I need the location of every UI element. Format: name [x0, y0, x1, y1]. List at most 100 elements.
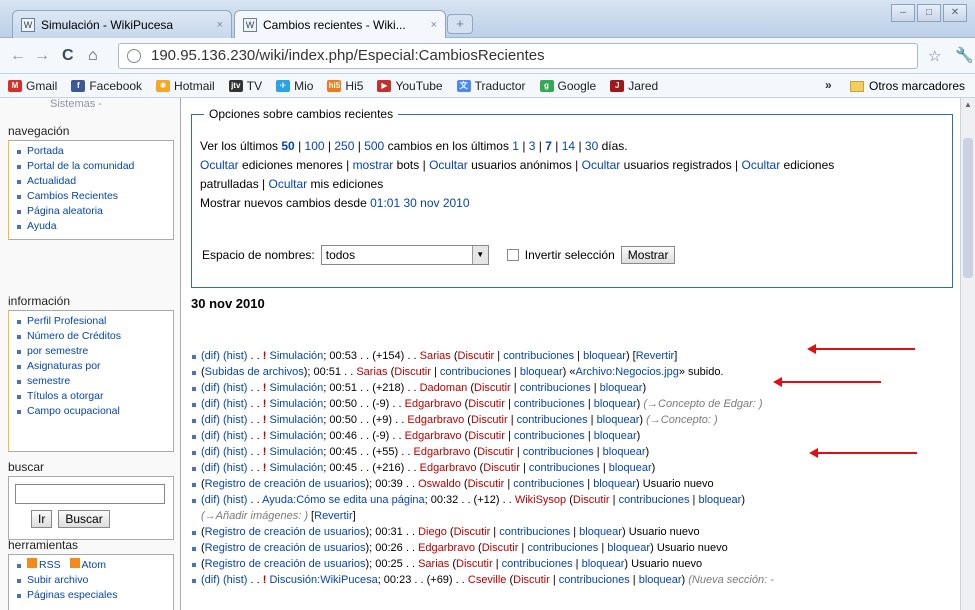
- hide-registered-link[interactable]: Ocultar: [582, 158, 621, 172]
- rss-icon: [27, 558, 37, 568]
- hotmail-icon: ✱: [156, 79, 171, 92]
- atom-link[interactable]: Atom: [82, 559, 107, 571]
- logo-caption: Sistemas -: [50, 98, 102, 110]
- tab-simulacion[interactable]: W Simulación - WikiPucesa ×: [12, 10, 232, 38]
- bookmark-youtube[interactable]: ▶ YouTube: [377, 79, 443, 93]
- bookmark-mio[interactable]: ✈ Mio: [276, 79, 313, 93]
- list-item: (dif) (hist) . . ! Simulación; 00:46 . .…: [191, 428, 956, 444]
- sidebar-item-portada[interactable]: Portada: [15, 144, 167, 159]
- google-icon: g: [539, 79, 554, 92]
- hide-minor-link[interactable]: Ocultar: [200, 158, 239, 172]
- close-tab-icon[interactable]: ×: [217, 19, 223, 31]
- list-item: (dif) (hist) . . ! Simulación; 00:45 . .…: [191, 460, 956, 476]
- close-window-icon[interactable]: ✕: [943, 4, 967, 22]
- minimize-icon[interactable]: –: [891, 4, 915, 22]
- url-text: 190.95.136.230/wiki/index.php/Especial:C…: [151, 47, 545, 64]
- hi5-icon: hi5: [327, 79, 342, 92]
- sidebar-item-creditos-cont[interactable]: por semestre: [15, 344, 167, 359]
- go-button[interactable]: Ir: [31, 510, 53, 528]
- search-input[interactable]: [15, 484, 165, 504]
- tab-cambios-recientes[interactable]: W Cambios recientes - Wiki... ×: [234, 10, 446, 38]
- days-1-link[interactable]: 1: [512, 139, 519, 153]
- show-button[interactable]: Mostrar: [620, 246, 676, 264]
- count-50-link[interactable]: 50: [281, 139, 294, 153]
- sidebar-item-cambios[interactable]: Cambios Recientes: [15, 189, 167, 204]
- tools-heading: herramientas: [8, 538, 79, 552]
- sidebar-item-perfil[interactable]: Perfil Profesional: [15, 314, 167, 329]
- new-tab-button[interactable]: +: [447, 14, 473, 34]
- browser-titlebar: W Simulación - WikiPucesa × W Cambios re…: [0, 0, 975, 38]
- search-heading: buscar: [8, 460, 45, 474]
- wiki-favicon-icon: W: [243, 17, 257, 32]
- sidebar-item-titulos[interactable]: Títulos a otorgar: [15, 389, 167, 404]
- invert-checkbox[interactable]: [506, 249, 519, 261]
- days-3-link[interactable]: 3: [529, 139, 536, 153]
- changes-list: (dif) (hist) . . ! Simulación; 00:53 . .…: [191, 348, 956, 588]
- tools-portlet: RSS Atom Subir archivo Páginas especiale…: [8, 554, 174, 610]
- bookmark-hi5[interactable]: hi5 Hi5: [327, 79, 363, 93]
- count-500-link[interactable]: 500: [364, 139, 384, 153]
- list-item: (dif) (hist) . . ! Simulación; 00:50 . .…: [191, 412, 956, 428]
- bookmark-facebook[interactable]: f Facebook: [71, 79, 142, 93]
- list-item: (dif) (hist) . . ! Discusión:WikiPucesa;…: [191, 572, 956, 588]
- days-7-link[interactable]: 7: [545, 139, 552, 153]
- sidebar-item-ayuda[interactable]: Ayuda: [15, 219, 167, 234]
- reload-icon[interactable]: C: [62, 47, 74, 65]
- sidebar-item-portal[interactable]: Portal de la comunidad: [15, 159, 167, 174]
- more-bookmarks-chevron-icon[interactable]: »: [825, 78, 832, 92]
- bookmark-gmail[interactable]: M Gmail: [8, 79, 57, 93]
- sidebar-item-asignaturas-cont[interactable]: semestre: [15, 374, 167, 389]
- forward-arrow-icon[interactable]: →: [34, 47, 50, 65]
- scroll-thumb[interactable]: [963, 138, 973, 278]
- sidebar-item-campo[interactable]: Campo ocupacional: [15, 404, 167, 419]
- info-heading: información: [8, 294, 71, 308]
- home-icon[interactable]: ⌂: [88, 47, 98, 65]
- since-link[interactable]: 01:01 30 nov 2010: [370, 196, 469, 210]
- bookmark-google[interactable]: g Google: [539, 79, 596, 93]
- hide-patrolled-link[interactable]: Ocultar: [742, 158, 781, 172]
- facebook-icon: f: [71, 79, 86, 92]
- list-item-continuation: (→Añadir imágenes: ) [Revertir]: [201, 510, 356, 522]
- wrench-icon[interactable]: 🔧: [955, 46, 974, 64]
- sidebar-item-especiales[interactable]: Páginas especiales: [15, 588, 167, 603]
- address-bar[interactable]: 190.95.136.230/wiki/index.php/Especial:C…: [118, 43, 918, 69]
- namespace-row: Espacio de nombres: todos ▼ Invertir sel…: [202, 245, 676, 265]
- bookmark-star-icon[interactable]: ☆: [928, 47, 941, 65]
- page-scrollbar[interactable]: ▲: [960, 98, 975, 610]
- bookmark-traductor[interactable]: 文 Traductor: [456, 79, 526, 93]
- namespace-select[interactable]: todos ▼: [320, 245, 489, 265]
- sidebar-item-actualidad[interactable]: Actualidad: [15, 174, 167, 189]
- other-bookmarks[interactable]: Otros marcadores: [850, 79, 965, 93]
- scroll-up-icon[interactable]: ▲: [964, 100, 972, 109]
- hide-anon-link[interactable]: Ocultar: [429, 158, 468, 172]
- jared-icon: J: [610, 79, 625, 92]
- days-14-link[interactable]: 14: [562, 139, 575, 153]
- hide-mine-link[interactable]: Ocultar: [269, 177, 308, 191]
- rss-link[interactable]: RSS: [39, 559, 61, 571]
- close-tab-icon[interactable]: ×: [431, 19, 437, 31]
- back-arrow-icon[interactable]: ←: [10, 47, 26, 65]
- maximize-icon[interactable]: □: [917, 4, 941, 22]
- list-item: (Registro de creación de usuarios); 00:2…: [191, 556, 956, 572]
- bookmark-hotmail[interactable]: ✱ Hotmail: [156, 79, 215, 93]
- sidebar-item-subir[interactable]: Subir archivo: [15, 573, 167, 588]
- list-item: (dif) (hist) . . ! Simulación; 00:53 . .…: [191, 348, 956, 364]
- wiki-page: Sistemas - navegación Portada Portal de …: [0, 98, 960, 610]
- list-item: (Subidas de archivos); 00:51 . . Sarias …: [191, 364, 956, 380]
- list-item: (Registro de creación de usuarios); 00:2…: [191, 540, 956, 556]
- days-30-link[interactable]: 30: [585, 139, 598, 153]
- count-250-link[interactable]: 250: [334, 139, 354, 153]
- invert-label: Invertir selección: [524, 248, 615, 262]
- bookmark-tv[interactable]: jtv TV: [228, 79, 262, 93]
- options-text: Ver los últimos 50 | 100 | 250 | 500 cam…: [200, 139, 835, 210]
- bookmark-jared[interactable]: J Jared: [610, 79, 658, 93]
- sidebar-item-aleatoria[interactable]: Página aleatoria: [15, 204, 167, 219]
- tab-title: Cambios recientes - Wiki...: [263, 17, 406, 32]
- translate-icon: 文: [456, 79, 471, 92]
- count-100-link[interactable]: 100: [305, 139, 325, 153]
- sidebar-item-creditos[interactable]: Número de Créditos: [15, 329, 167, 344]
- search-button[interactable]: Buscar: [58, 510, 110, 528]
- sidebar-item-asignaturas[interactable]: Asignaturas por: [15, 359, 167, 374]
- date-heading: 30 nov 2010: [191, 296, 265, 311]
- show-bots-link[interactable]: mostrar: [353, 158, 394, 172]
